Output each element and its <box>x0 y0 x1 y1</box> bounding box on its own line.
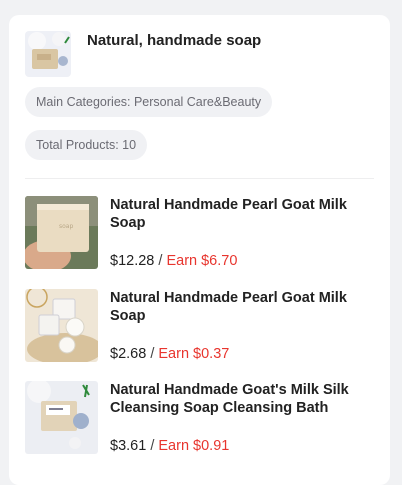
product-image[interactable]: soap <box>25 196 98 269</box>
store-header[interactable]: Natural, handmade soap <box>25 31 261 77</box>
product-title[interactable]: Natural Handmade Pearl Goat Milk Soap <box>110 196 372 232</box>
store-logo-image[interactable] <box>25 31 71 77</box>
product-price-line: $3.61 / Earn $0.91 <box>110 438 229 454</box>
product-item[interactable]: soap Natural Handmade Pearl Goat Milk So… <box>25 196 375 269</box>
product-price-line: $12.28 / Earn $6.70 <box>110 253 237 269</box>
product-price: $3.61 <box>110 438 147 454</box>
total-products-tag: Total Products: 10 <box>25 130 148 160</box>
store-name[interactable]: Natural, handmade soap <box>87 32 261 49</box>
store-card: Natural, handmade soap Main Categories: … <box>9 15 390 485</box>
product-price-line: $2.68 / Earn $0.37 <box>110 346 229 362</box>
svg-text:soap: soap <box>59 223 73 230</box>
product-image[interactable] <box>25 289 98 362</box>
product-earn: Earn $0.37 <box>158 346 230 362</box>
product-price: $12.28 <box>110 253 155 269</box>
product-price: $2.68 <box>110 346 147 362</box>
product-earn: Earn $6.70 <box>166 253 238 269</box>
price-separator: / <box>146 346 159 362</box>
divider <box>25 178 374 179</box>
product-item[interactable]: Natural Handmade Goat's Milk Silk Cleans… <box>25 381 375 454</box>
product-image[interactable] <box>25 381 98 454</box>
price-separator: / <box>146 438 159 454</box>
product-title[interactable]: Natural Handmade Pearl Goat Milk Soap <box>110 289 372 325</box>
product-earn: Earn $0.91 <box>158 438 230 454</box>
product-title[interactable]: Natural Handmade Goat's Milk Silk Cleans… <box>110 381 372 417</box>
product-item[interactable]: Natural Handmade Pearl Goat Milk Soap $2… <box>25 289 375 362</box>
main-categories-tag: Main Categories: Personal Care&Beauty <box>25 87 273 117</box>
price-separator: / <box>154 253 167 269</box>
